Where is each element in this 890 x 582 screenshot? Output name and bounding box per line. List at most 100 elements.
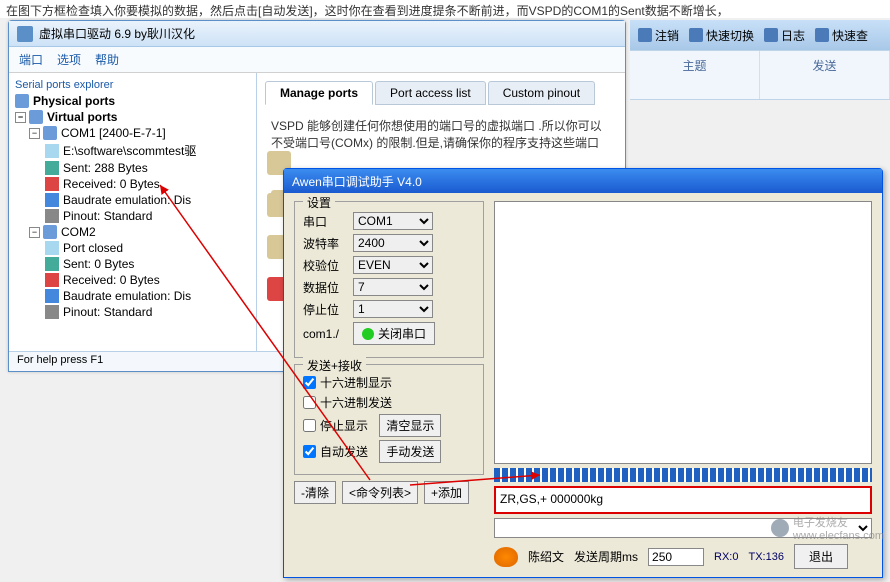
- parity-select[interactable]: EVEN: [353, 256, 433, 274]
- quick-button[interactable]: 快速查: [815, 27, 868, 44]
- expander-icon[interactable]: −: [29, 227, 40, 238]
- pin-icon: [45, 305, 59, 319]
- clear-button[interactable]: -清除: [294, 481, 336, 504]
- tree-com1-sent[interactable]: Sent: 288 Bytes: [13, 160, 252, 176]
- ports-icon: [15, 94, 29, 108]
- arrow-right-icon: [45, 161, 59, 175]
- vspd-title-text: 虚拟串口驱动 6.9 by耿川汉化: [39, 25, 195, 42]
- vspd-titlebar[interactable]: 虚拟串口驱动 6.9 by耿川汉化: [9, 21, 625, 47]
- baud-select[interactable]: 2400: [353, 234, 433, 252]
- settings-group: 设置 串口COM1 波特率2400 校验位EVEN 数据位7 停止位1 com1…: [294, 201, 484, 358]
- tree-panel: Serial ports explorer Physical ports −Vi…: [9, 73, 257, 353]
- col-send[interactable]: 发送: [760, 51, 890, 99]
- hex-send-label: 十六进制发送: [320, 394, 392, 411]
- port-select[interactable]: COM1: [353, 212, 433, 230]
- period-input[interactable]: [648, 548, 704, 566]
- send-input[interactable]: ZR,GS,+ 000000kg: [494, 486, 872, 514]
- vspd-menu: 端口 选项 帮助: [9, 47, 625, 73]
- period-label: 发送周期ms: [574, 548, 638, 565]
- tree-com1-recv[interactable]: Received: 0 Bytes: [13, 176, 252, 192]
- expander-icon[interactable]: −: [29, 128, 40, 139]
- tab-manage-ports[interactable]: Manage ports: [265, 81, 373, 105]
- tree-com2-recv[interactable]: Received: 0 Bytes: [13, 272, 252, 288]
- author-label: 陈绍文: [528, 548, 564, 565]
- doc-icon: [45, 241, 59, 255]
- auto-send-checkbox[interactable]: [303, 445, 316, 458]
- vspd-tabs: Manage ports Port access list Custom pin…: [265, 81, 617, 105]
- stopbits-select[interactable]: 1: [353, 300, 433, 318]
- tab-custom-pinout[interactable]: Custom pinout: [488, 81, 595, 105]
- list-header: 主题 发送: [630, 50, 890, 100]
- add-button[interactable]: +添加: [424, 481, 469, 504]
- txrx-group: 发送+接收 十六进制显示 十六进制发送 停止显示 清空显示 自动发送 手动发送: [294, 364, 484, 475]
- port-icon: [43, 225, 57, 239]
- fast-switch-button[interactable]: 快速切换: [689, 27, 754, 44]
- port-tree[interactable]: Physical ports −Virtual ports −COM1 [240…: [13, 93, 252, 320]
- parity-label: 校验位: [303, 257, 347, 274]
- vspd-description: VSPD 能够创建任何你想使用的端口号的虚拟端口 .所以你可以不受端口号(COM…: [265, 111, 617, 174]
- auto-send-label: 自动发送: [320, 443, 368, 460]
- close-port-button[interactable]: 关闭串口: [353, 322, 435, 345]
- stopbits-label: 停止位: [303, 301, 347, 318]
- menu-options[interactable]: 选项: [57, 51, 81, 68]
- log-label: 日志: [781, 27, 805, 44]
- port-label: 串口: [303, 213, 347, 230]
- quick-label: 快速查: [832, 27, 868, 44]
- awen-titlebar[interactable]: Awen串口调试助手 V4.0: [284, 169, 882, 193]
- tree-com1-pinout[interactable]: Pinout: Standard: [13, 208, 252, 224]
- pumpkin-icon: [494, 547, 518, 567]
- col-topic[interactable]: 主题: [630, 51, 760, 99]
- baud-label: 波特率: [303, 235, 347, 252]
- clear-display-button[interactable]: 清空显示: [379, 414, 441, 437]
- receive-textarea[interactable]: [494, 201, 872, 464]
- databits-label: 数据位: [303, 279, 347, 296]
- top-truncated-text: 在图下方框检查填入你要模拟的数据，然后点击[自动发送]，这时你在查看到进度提条不…: [0, 0, 890, 18]
- port-icon: [43, 126, 57, 140]
- settings-legend: 设置: [303, 194, 335, 211]
- log-icon: [764, 28, 778, 42]
- baud-icon: [45, 289, 59, 303]
- bottom-status-row: 陈绍文 发送周期ms RX:0 TX:136 退出: [494, 544, 872, 569]
- progress-bar: [494, 468, 872, 482]
- tx-stat: TX:136: [748, 551, 783, 563]
- tree-com2-baud[interactable]: Baudrate emulation: Dis: [13, 288, 252, 304]
- databits-select[interactable]: 7: [353, 278, 433, 296]
- arrow-left-icon: [45, 273, 59, 287]
- stop-display-label: 停止显示: [320, 417, 368, 434]
- log-button[interactable]: 日志: [764, 27, 805, 44]
- logout-label: 注销: [655, 27, 679, 44]
- hex-display-checkbox[interactable]: [303, 376, 316, 389]
- stop-display-checkbox[interactable]: [303, 419, 316, 432]
- comfile-label: com1./: [303, 327, 347, 341]
- txrx-legend: 发送+接收: [303, 357, 366, 374]
- vspd-app-icon: [17, 26, 33, 42]
- hex-display-label: 十六进制显示: [320, 374, 392, 391]
- quick-icon: [815, 28, 829, 42]
- tab-port-access[interactable]: Port access list: [375, 81, 486, 105]
- expander-icon[interactable]: −: [15, 112, 26, 123]
- hex-send-checkbox[interactable]: [303, 396, 316, 409]
- menu-help[interactable]: 帮助: [95, 51, 119, 68]
- tree-virtual-ports[interactable]: −Virtual ports: [13, 109, 252, 125]
- watermark-logo-icon: [771, 519, 789, 537]
- watermark-brand: 电子发烧友: [793, 517, 848, 529]
- tree-com2[interactable]: −COM2: [13, 224, 252, 240]
- tree-com1-path[interactable]: E:\software\scommtest驱: [13, 141, 252, 160]
- logout-icon: [638, 28, 652, 42]
- tree-com2-closed[interactable]: Port closed: [13, 240, 252, 256]
- app-toolbar: 注销 快速切换 日志 快速查: [630, 20, 890, 50]
- tree-physical-ports[interactable]: Physical ports: [13, 93, 252, 109]
- status-dot-icon: [362, 328, 374, 340]
- tree-com2-sent[interactable]: Sent: 0 Bytes: [13, 256, 252, 272]
- tree-com1[interactable]: −COM1 [2400-E-7-1]: [13, 125, 252, 141]
- logout-button[interactable]: 注销: [638, 27, 679, 44]
- tree-com1-baud[interactable]: Baudrate emulation: Dis: [13, 192, 252, 208]
- ports-icon: [29, 110, 43, 124]
- tree-com2-pinout[interactable]: Pinout: Standard: [13, 304, 252, 320]
- pin-icon: [45, 209, 59, 223]
- menu-port[interactable]: 端口: [19, 51, 43, 68]
- cmd-list-button[interactable]: <命令列表>: [342, 481, 418, 504]
- manual-send-button[interactable]: 手动发送: [379, 440, 441, 463]
- exit-button[interactable]: 退出: [794, 544, 848, 569]
- switch-label: 快速切换: [706, 27, 754, 44]
